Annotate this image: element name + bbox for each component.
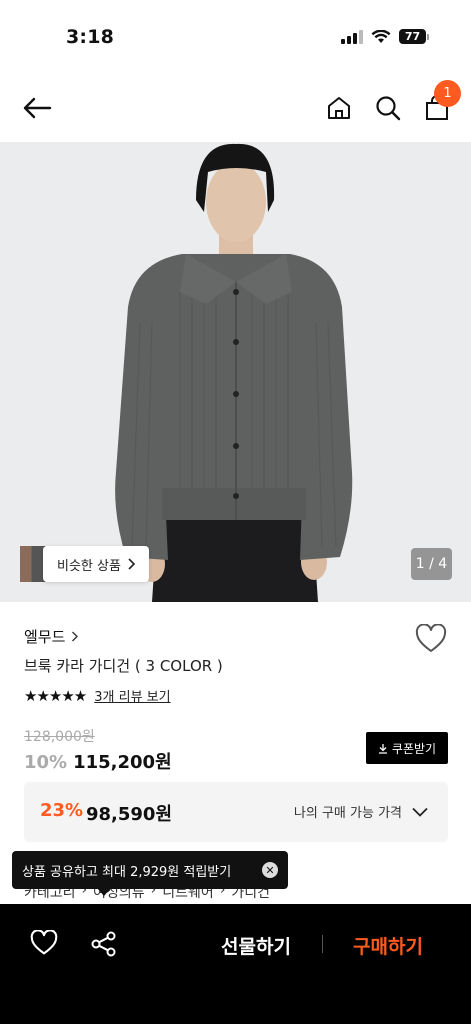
my-price: 98,590원	[86, 804, 173, 825]
sale-price: 115,200원	[73, 752, 172, 773]
my-discount-rate: 23%	[40, 800, 84, 821]
my-price-label: 나의 구매 가능 가격	[293, 806, 402, 821]
back-button[interactable]	[18, 90, 56, 126]
tooltip-arrow	[97, 888, 111, 896]
status-icons: 77	[341, 29, 429, 44]
my-price-toggle[interactable]: 나의 구매 가능 가격	[294, 802, 428, 821]
review-link[interactable]: 3개 리뷰 보기	[94, 686, 170, 705]
download-icon	[378, 743, 387, 754]
home-icon	[328, 97, 350, 119]
chevron-down-icon	[412, 807, 428, 817]
image-page-indicator: 1 / 4	[411, 548, 452, 580]
coupon-label: 쿠폰받기	[391, 741, 437, 756]
model-photo	[115, 143, 353, 602]
bottom-wishlist-button[interactable]	[30, 929, 60, 958]
action-divider	[322, 935, 323, 953]
wishlist-button[interactable]	[415, 623, 447, 654]
similar-products-button[interactable]: 비슷한 상품	[43, 546, 149, 582]
battery-level: 77	[399, 29, 426, 44]
brand-name: 엘무드	[24, 628, 66, 646]
chevron-right-icon	[72, 631, 79, 642]
arrow-left-icon	[23, 97, 52, 119]
tooltip-text: 상품 공유하고 최대 2,929원 적립받기	[22, 864, 232, 880]
search-icon	[376, 96, 401, 121]
status-bar: 3:18 77	[0, 0, 471, 76]
price-row: 10% 115,200원	[24, 748, 172, 774]
heart-icon	[30, 929, 58, 955]
my-price-box[interactable]: 23% 98,590원 나의 구매 가능 가격	[24, 782, 448, 842]
heart-icon	[415, 623, 447, 652]
coupon-download-button[interactable]: 쿠폰받기	[366, 732, 448, 764]
signal-icon	[341, 29, 363, 44]
star-rating: ★★★★★	[24, 686, 87, 705]
product-image[interactable]: 비슷한 상품 1 / 4	[0, 142, 471, 602]
buy-button[interactable]: 구매하기	[335, 931, 441, 959]
close-icon[interactable]: ✕	[262, 862, 278, 878]
search-button[interactable]	[370, 89, 406, 127]
discount-rate: 10%	[24, 752, 68, 773]
share-icon	[91, 931, 116, 957]
cart-count-badge: 1	[434, 80, 461, 107]
wifi-icon	[371, 29, 391, 43]
rating-row: ★★★★★ 3개 리뷰 보기	[24, 686, 171, 706]
similar-products-label: 비슷한 상품	[57, 558, 121, 574]
top-nav	[0, 76, 471, 142]
original-price: 128,000원	[24, 729, 95, 745]
share-button[interactable]	[90, 930, 120, 960]
gift-button[interactable]: 선물하기	[200, 931, 312, 959]
battery-icon: 77	[399, 29, 429, 44]
home-button[interactable]	[321, 89, 357, 127]
share-reward-tooltip: 상품 공유하고 최대 2,929원 적립받기 ✕	[12, 851, 288, 889]
chevron-right-icon	[128, 558, 135, 570]
product-name: 브룩 카라 가디건 ( 3 COLOR )	[24, 657, 223, 675]
bottom-action-bar: 선물하기 구매하기	[0, 904, 471, 1024]
status-time: 3:18	[66, 26, 115, 48]
brand-link[interactable]: 엘무드	[24, 626, 79, 647]
